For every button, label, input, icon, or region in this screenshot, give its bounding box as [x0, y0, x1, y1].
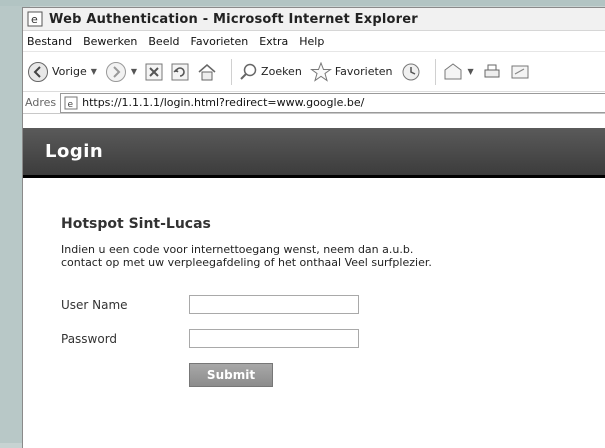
svg-text:e: e — [31, 13, 38, 26]
search-icon — [240, 63, 257, 80]
menu-bewerken[interactable]: Bewerken — [83, 35, 137, 48]
edit-button[interactable] — [510, 62, 530, 82]
browser-window: e Web Authentication - Microsoft Interne… — [22, 7, 605, 448]
stop-button[interactable] — [145, 63, 163, 81]
internet-explorer-icon: e — [27, 11, 43, 27]
login-header: Login — [23, 128, 605, 178]
search-button[interactable]: Zoeken — [238, 62, 302, 82]
toolbar-separator — [231, 58, 233, 85]
mail-button[interactable]: ▼ — [442, 62, 474, 82]
forward-button[interactable]: ▼ — [105, 61, 137, 83]
menu-beeld[interactable]: Beeld — [148, 35, 179, 48]
svg-text:e: e — [68, 100, 74, 110]
username-label: User Name — [61, 297, 128, 312]
info-text: Indien u een code voor internettoegang w… — [61, 243, 432, 269]
mail-dropdown-icon[interactable]: ▼ — [468, 67, 474, 76]
page-icon: e — [64, 96, 78, 110]
address-bar: Adres e https://1.1.1.1/login.html?redir… — [23, 92, 605, 114]
printer-icon — [484, 64, 500, 77]
back-dropdown-icon[interactable]: ▼ — [91, 67, 97, 76]
back-button[interactable]: Vorige ▼ — [27, 61, 97, 83]
submit-button[interactable]: Submit — [189, 363, 273, 387]
back-label: Vorige — [52, 65, 87, 78]
home-icon — [198, 63, 216, 80]
menu-extra[interactable]: Extra — [259, 35, 288, 48]
backdrop-top — [0, 0, 605, 6]
menu-bar: Bestand Bewerken Beeld Favorieten Extra … — [23, 31, 605, 52]
favorites-button[interactable]: Favorieten — [309, 61, 393, 82]
star-icon — [309, 61, 332, 82]
address-label: Adres — [25, 96, 57, 109]
refresh-button[interactable] — [171, 63, 189, 81]
menu-help[interactable]: Help — [299, 35, 324, 48]
hotspot-title: Hotspot Sint-Lucas — [61, 216, 211, 232]
history-button[interactable] — [401, 62, 421, 82]
edit-icon — [511, 65, 529, 78]
username-input[interactable] — [189, 295, 359, 314]
login-heading: Login — [45, 141, 104, 162]
address-url: https://1.1.1.1/login.html?redirect=www.… — [82, 96, 365, 109]
favorites-label: Favorieten — [334, 65, 393, 78]
title-bar: e Web Authentication - Microsoft Interne… — [23, 8, 605, 31]
address-input[interactable]: e https://1.1.1.1/login.html?redirect=ww… — [60, 92, 605, 113]
login-content: Hotspot Sint-Lucas Indien u een code voo… — [23, 178, 605, 387]
password-label: Password — [61, 331, 118, 346]
password-input[interactable] — [189, 329, 359, 348]
forward-arrow-icon — [105, 61, 126, 82]
menu-bestand[interactable]: Bestand — [27, 35, 72, 48]
print-button[interactable] — [482, 62, 502, 82]
password-row: Password — [61, 329, 605, 348]
forward-dropdown-icon[interactable]: ▼ — [131, 67, 137, 76]
back-arrow-icon — [28, 61, 48, 82]
toolbar-separator — [434, 58, 436, 85]
search-label: Zoeken — [261, 65, 302, 78]
page-top-spacer — [23, 114, 605, 128]
window-title: Web Authentication - Microsoft Internet … — [49, 11, 418, 27]
history-icon — [402, 63, 420, 80]
username-row: User Name — [61, 295, 605, 314]
mail-icon — [444, 62, 462, 79]
home-button[interactable] — [197, 63, 217, 81]
menu-favorieten[interactable]: Favorieten — [191, 35, 249, 48]
refresh-icon — [171, 63, 189, 80]
toolbar: Vorige ▼ ▼ Zoeken Favorieten ▼ — [23, 52, 605, 92]
stop-icon — [145, 63, 163, 80]
